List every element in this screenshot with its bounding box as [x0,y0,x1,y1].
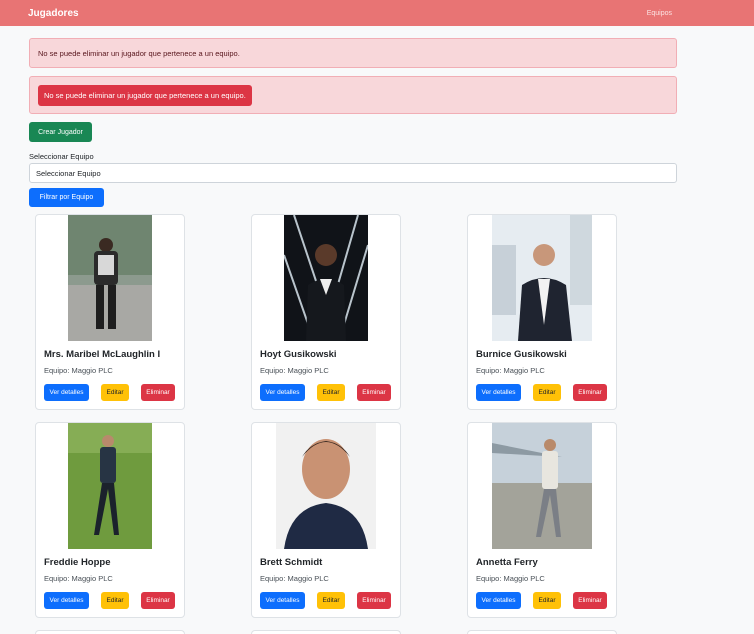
player-team: Equipo: Maggio PLC [44,366,113,375]
player-photo [284,215,368,341]
edit-button[interactable]: Editar [101,592,129,609]
player-photo [68,423,152,549]
player-team: Equipo: Maggio PLC [260,366,329,375]
player-photo [68,215,152,341]
create-player-button[interactable]: Crear Jugador [29,122,92,142]
error-alert: No se puede eliminar un jugador que pert… [29,38,677,68]
player-card-partial [251,630,401,634]
view-details-button[interactable]: Ver detalles [260,592,305,609]
player-card: Mrs. Maribel McLaughlin I Equipo: Maggio… [35,214,185,410]
error-alert-secondary: No se puede eliminar un jugador que pert… [29,76,677,114]
error-alert-text: No se puede eliminar un jugador que pert… [38,48,240,58]
player-actions: Ver detalles Editar Eliminar [44,592,178,609]
edit-button[interactable]: Editar [533,384,561,401]
team-select[interactable]: Seleccionar Equipo [29,163,677,183]
edit-button[interactable]: Editar [317,592,345,609]
view-details-button[interactable]: Ver detalles [44,384,89,401]
main-content: No se puede eliminar un jugador que pert… [29,38,677,207]
player-team: Equipo: Maggio PLC [44,574,113,583]
player-actions: Ver detalles Editar Eliminar [476,592,610,609]
edit-button[interactable]: Editar [101,384,129,401]
error-badge: No se puede eliminar un jugador que pert… [38,84,252,106]
player-name: Annetta Ferry [476,557,538,568]
player-name: Freddie Hoppe [44,557,111,568]
player-actions: Ver detalles Editar Eliminar [476,384,610,401]
edit-button[interactable]: Editar [317,384,345,401]
player-name: Brett Schmidt [260,557,323,568]
select-team-label: Seleccionar Equipo [29,152,94,161]
view-details-button[interactable]: Ver detalles [44,592,89,609]
player-photo [276,423,376,549]
nav-link-equipos[interactable]: Equipos [647,10,672,17]
player-card: Annetta Ferry Equipo: Maggio PLC Ver det… [467,422,617,618]
player-photo [492,423,592,549]
player-card-partial [467,630,617,634]
delete-button[interactable]: Eliminar [141,384,175,401]
navbar-brand[interactable]: Jugadores [28,8,79,19]
player-card: Burnice Gusikowski Equipo: Maggio PLC Ve… [467,214,617,410]
player-team: Equipo: Maggio PLC [260,574,329,583]
delete-button[interactable]: Eliminar [573,384,607,401]
delete-button[interactable]: Eliminar [141,592,175,609]
player-name: Mrs. Maribel McLaughlin I [44,349,161,360]
player-actions: Ver detalles Editar Eliminar [260,384,394,401]
player-card-partial [35,630,185,634]
delete-button[interactable]: Eliminar [357,384,391,401]
edit-button[interactable]: Editar [533,592,561,609]
player-card: Hoyt Gusikowski Equipo: Maggio PLC Ver d… [251,214,401,410]
filter-by-team-button[interactable]: Filtrar por Equipo [29,188,104,207]
view-details-button[interactable]: Ver detalles [476,592,521,609]
player-name: Burnice Gusikowski [476,349,567,360]
view-details-button[interactable]: Ver detalles [260,384,305,401]
delete-button[interactable]: Eliminar [573,592,607,609]
player-card: Freddie Hoppe Equipo: Maggio PLC Ver det… [35,422,185,618]
player-team: Equipo: Maggio PLC [476,366,545,375]
navbar: Jugadores Equipos [0,0,754,26]
player-team: Equipo: Maggio PLC [476,574,545,583]
player-card: Brett Schmidt Equipo: Maggio PLC Ver det… [251,422,401,618]
player-actions: Ver detalles Editar Eliminar [44,384,178,401]
delete-button[interactable]: Eliminar [357,592,391,609]
player-name: Hoyt Gusikowski [260,349,337,360]
player-photo [492,215,592,341]
player-actions: Ver detalles Editar Eliminar [260,592,394,609]
view-details-button[interactable]: Ver detalles [476,384,521,401]
